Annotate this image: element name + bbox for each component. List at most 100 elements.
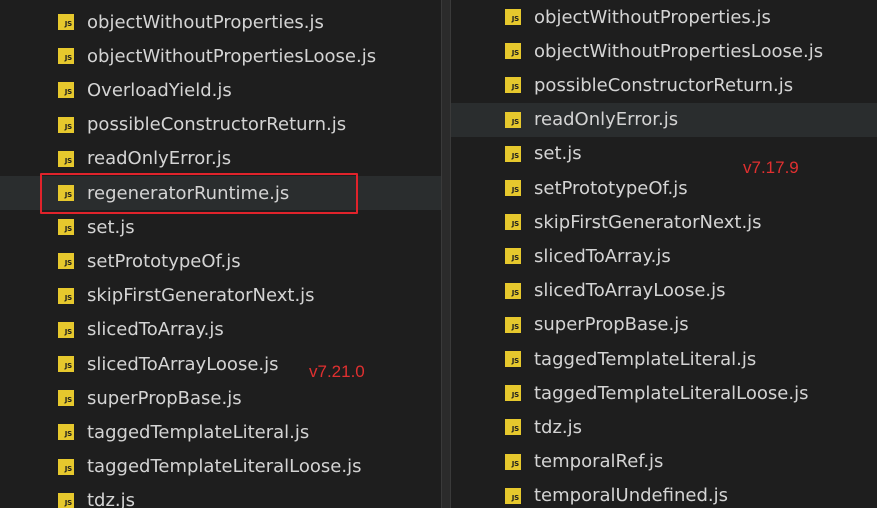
js-file-icon: JS [58,14,74,30]
file-item[interactable]: JS objectWithoutProperties.js [451,0,877,34]
file-name: slicedToArrayLoose.js [87,353,279,375]
file-name: set.js [534,143,582,165]
left-file-explorer: JS objectWithoutProperties.js JS objectWith… [0,0,441,508]
file-item[interactable]: JS readOnlyError.js [0,142,441,176]
version-label-right: v7.17.9 [743,158,799,177]
file-name: slicedToArrayLoose.js [534,280,726,302]
js-icon-text: JS [64,430,72,439]
js-icon-text: JS [64,362,72,370]
js-icon-text: JS [511,49,519,58]
file-item[interactable]: JS superPropBase.js [0,381,441,415]
js-file-icon: JS [58,219,74,236]
js-icon-text: JS [64,20,72,28]
file-item[interactable]: JS setPrototypeOf.js [0,244,441,278]
js-file-icon: JS [505,77,521,94]
file-name: objectWithoutProperties.js [534,6,771,28]
js-file-icon: JS [505,180,521,196]
highlight-annotation-box [40,173,358,214]
file-name: readOnlyError.js [87,148,232,170]
js-file-icon: JS [505,487,521,504]
js-icon-text: JS [511,322,519,331]
js-file-icon: JS [505,282,521,299]
file-name: taggedTemplateLiteralLoose.js [87,456,362,478]
js-file-icon: JS [505,248,521,265]
js-file-icon: JS [58,492,74,508]
file-item[interactable]: JS tdz.js [451,410,877,444]
file-name: taggedTemplateLiteral.js [534,348,757,370]
js-icon-text: JS [511,220,519,229]
file-item[interactable]: JS objectWithoutProperties.js [0,5,441,39]
js-icon-text: JS [64,225,72,234]
js-file-icon: JS [58,458,74,475]
js-icon-text: JS [64,259,72,268]
js-file-icon: JS [505,453,521,470]
js-file-icon: JS [58,82,74,99]
file-item[interactable]: JS objectWithoutPropertiesLoose.js [0,39,441,73]
js-file-icon: JS [505,43,521,60]
file-item[interactable]: JS taggedTemplateLiteralLoose.js [451,376,877,410]
js-icon-text: JS [511,425,519,434]
js-icon-text: JS [511,15,519,23]
js-file-icon: JS [58,356,74,372]
file-name: possibleConstructorReturn.js [534,74,794,96]
file-name: objectWithoutPropertiesLoose.js [87,45,377,67]
file-name: possibleConstructorReturn.js [87,114,347,136]
file-item[interactable]: JS tdz.js [0,484,441,508]
js-icon-text: JS [64,54,72,63]
file-item[interactable]: JS slicedToArray.js [451,239,877,273]
file-item[interactable]: JS skipFirstGeneratorNext.js [451,205,877,239]
file-item[interactable]: JS possibleConstructorReturn.js [451,68,877,102]
file-name: skipFirstGeneratorNext.js [534,211,762,233]
file-item[interactable]: JS slicedToArrayLoose.js [0,347,441,381]
divider-line-left [441,0,442,508]
file-name: setPrototypeOf.js [534,177,688,199]
file-item[interactable]: JS OverloadYield.js [0,73,441,107]
file-item[interactable]: JS slicedToArray.js [0,313,441,347]
js-file-icon: JS [58,390,74,407]
js-file-icon: JS [58,287,74,304]
js-icon-text: JS [511,288,519,297]
js-file-icon: JS [58,150,74,167]
file-name: readOnlyError.js [534,109,679,131]
file-item[interactable]: JS objectWithoutPropertiesLoose.js [451,34,877,68]
file-item[interactable]: JS set.js [451,137,877,171]
file-item[interactable]: JS set.js [0,210,441,244]
file-item[interactable]: JS setPrototypeOf.js [451,171,877,205]
file-name: temporalUndefined.js [534,485,728,507]
js-file-icon: JS [505,419,521,436]
file-item[interactable]: JS temporalUndefined.js [451,479,877,508]
js-icon-text: JS [511,459,519,468]
file-item[interactable]: JS superPropBase.js [451,308,877,342]
file-name: skipFirstGeneratorNext.js [87,285,315,307]
js-icon-text: JS [64,498,72,507]
js-file-icon: JS [58,116,74,133]
js-icon-text: JS [64,122,72,131]
file-name: tdz.js [534,416,583,438]
file-item[interactable]: JS slicedToArrayLoose.js [451,274,877,308]
js-icon-text: JS [511,151,519,160]
js-file-icon: JS [505,9,521,25]
file-item[interactable]: JS taggedTemplateLiteral.js [0,415,441,449]
file-item[interactable]: JS possibleConstructorReturn.js [0,108,441,142]
file-item[interactable]: JS taggedTemplateLiteral.js [451,342,877,376]
js-icon-text: JS [64,327,72,336]
js-icon-text: JS [511,493,519,502]
file-name: setPrototypeOf.js [87,250,241,272]
js-icon-text: JS [511,117,519,126]
file-item[interactable]: JS temporalRef.js [451,445,877,479]
js-file-icon: JS [58,321,74,338]
file-item[interactable]: JS readOnlyError.js [451,102,877,137]
file-item[interactable]: JS taggedTemplateLiteralLoose.js [0,450,441,484]
js-icon-text: JS [64,293,72,302]
js-icon-text: JS [64,396,72,405]
js-file-icon: JS [505,316,521,333]
js-icon-text: JS [511,254,519,263]
file-name: tdz.js [87,490,136,508]
file-name: objectWithoutPropertiesLoose.js [534,40,824,62]
js-file-icon: JS [58,424,74,441]
js-file-icon: JS [58,48,74,65]
js-icon-text: JS [511,391,519,400]
js-file-icon: JS [505,111,521,128]
file-name: set.js [87,216,135,238]
file-item[interactable]: JS skipFirstGeneratorNext.js [0,279,441,313]
